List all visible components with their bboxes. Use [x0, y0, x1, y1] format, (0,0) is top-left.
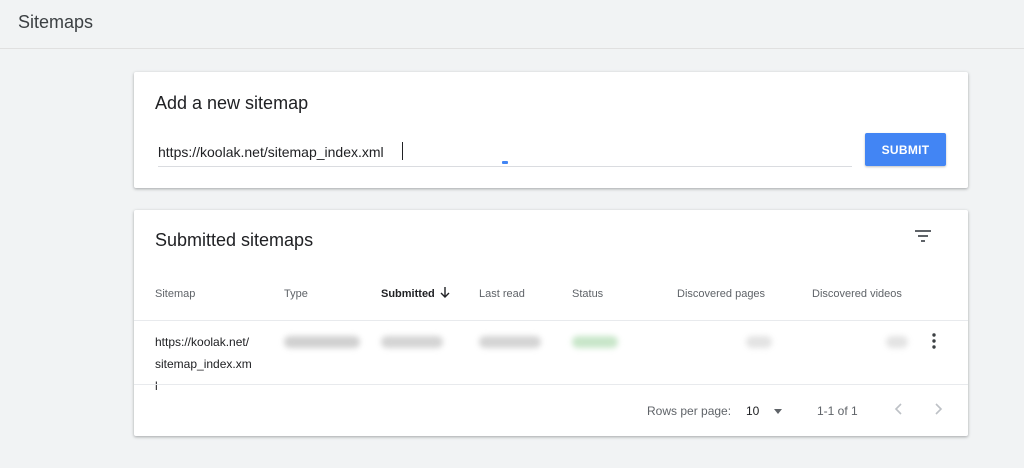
type-cell-redacted: [284, 336, 360, 348]
submitted-sitemaps-title: Submitted sitemaps: [155, 230, 314, 250]
chevron-left-icon[interactable]: [890, 400, 908, 418]
more-vert-icon[interactable]: [928, 332, 940, 350]
submitted-sitemaps-card: Submitted sitemaps Sitemap Type Submitte…: [134, 210, 968, 436]
input-focus-indicator: [502, 161, 508, 164]
row-divider: [134, 384, 968, 385]
chevron-right-icon[interactable]: [929, 400, 947, 418]
status-cell-redacted: [572, 336, 618, 348]
page-title: Sitemaps: [18, 12, 94, 32]
submit-button[interactable]: SUBMIT: [865, 133, 946, 166]
column-header-submitted[interactable]: Submitted: [381, 288, 435, 300]
rows-per-page-value: 10: [746, 404, 760, 418]
rows-per-page-select[interactable]: 10: [746, 402, 791, 420]
add-sitemap-card: Add a new sitemap SUBMIT: [134, 72, 968, 188]
rows-per-page-label: Rows per page:: [647, 404, 732, 418]
sitemap-url-cell[interactable]: https://koolak.net/sitemap_index.xml: [155, 331, 253, 397]
chevron-down-icon: [774, 409, 782, 414]
sort-arrow-down-icon[interactable]: [438, 285, 452, 299]
submitted-cell-redacted: [381, 336, 443, 348]
top-bar: Sitemaps: [0, 0, 1024, 49]
column-header-discovered-videos[interactable]: Discovered videos: [812, 288, 902, 300]
last-read-cell-redacted: [479, 336, 541, 348]
pagination-range: 1-1 of 1: [817, 404, 858, 418]
column-header-sitemap[interactable]: Sitemap: [155, 288, 195, 300]
filter-icon[interactable]: [914, 229, 932, 243]
discovered-pages-cell-redacted: [746, 336, 772, 348]
row-divider: [134, 320, 968, 321]
add-sitemap-title: Add a new sitemap: [155, 93, 309, 113]
column-header-status[interactable]: Status: [572, 288, 603, 300]
column-header-discovered-pages[interactable]: Discovered pages: [677, 288, 765, 300]
column-header-type[interactable]: Type: [284, 288, 308, 300]
column-header-last-read[interactable]: Last read: [479, 288, 525, 300]
text-cursor: [402, 142, 403, 160]
discovered-videos-cell-redacted: [886, 336, 908, 348]
